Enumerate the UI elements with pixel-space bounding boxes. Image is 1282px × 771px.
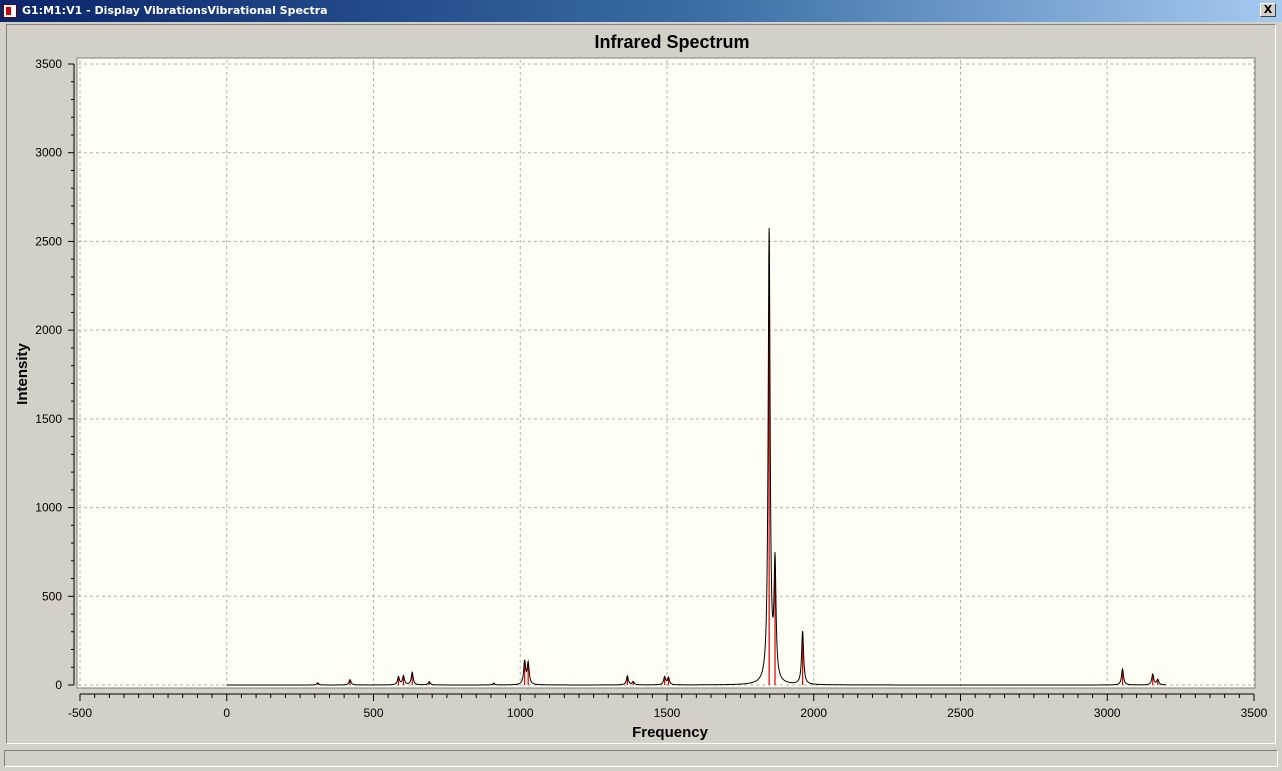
y-tick-label: 3500 — [35, 57, 62, 71]
x-tick-label: 1500 — [654, 706, 681, 720]
x-axis-label: Frequency — [632, 724, 709, 741]
y-tick-label: 500 — [42, 589, 62, 603]
x-tick-label: 3500 — [1241, 706, 1268, 720]
x-tick-label: 2000 — [800, 706, 827, 720]
y-tick-label: 2000 — [35, 323, 62, 337]
y-axis-label: Intensity — [14, 343, 31, 405]
y-tick-label: 2500 — [35, 234, 62, 248]
y-axis: 0 500 1000 1500 2000 2500 3000 3500 — [35, 57, 75, 692]
x-tick-label: 500 — [363, 706, 383, 720]
x-tick-label: 2500 — [947, 706, 974, 720]
x-tick-label: 1000 — [507, 706, 534, 720]
infrared-spectrum-chart: Infrared Spectrum 0 500 1000 1500 2000 2500 30… — [11, 31, 1268, 741]
chart-title: Infrared Spectrum — [594, 32, 749, 52]
y-tick-label: 3000 — [35, 146, 62, 160]
x-axis: -500 0 500 1000 1500 2000 2500 3000 3500 — [68, 693, 1268, 720]
y-tick-label: 1500 — [35, 412, 62, 426]
x-tick-label: 0 — [223, 706, 230, 720]
x-tick-label: -500 — [68, 706, 92, 720]
x-tick-label: 3000 — [1094, 706, 1121, 720]
y-tick-label: 1000 — [35, 501, 62, 515]
y-tick-label: 0 — [55, 678, 62, 692]
